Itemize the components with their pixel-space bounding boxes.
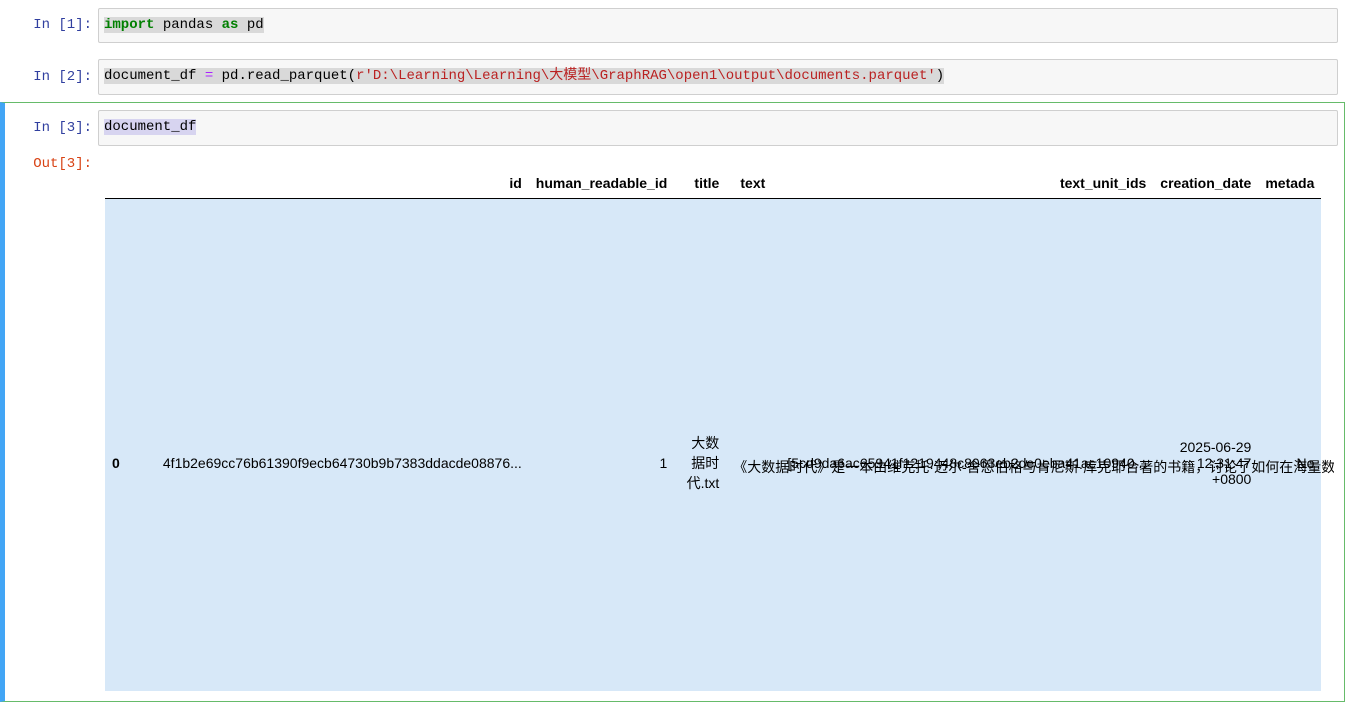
close-paren: ) (935, 68, 945, 84)
col-header-text: text (726, 160, 773, 199)
path-string: r'D:\Learning\Learning\大模型\GraphRAG\open… (356, 68, 936, 84)
cell-human-readable-id: 1 (659, 454, 668, 471)
cell-text: 《大数据时代》是一本由维克托·迈尔-舍恩伯格与肯尼斯·库克耶合著的书籍，讨论了如… (726, 198, 1334, 691)
dataframe-table: id human_readable_id title text text_uni… (105, 160, 1334, 691)
cell-text-content: 《大数据时代》是一本由维克托·迈尔-舍恩伯格与肯尼斯·库克耶合著的书籍，讨论了如… (733, 458, 1334, 475)
cell-1-prompt: In [1]: (33, 17, 92, 33)
assign-target: document_df (104, 68, 205, 84)
cell-creation-date: 2025-06-29 12:31:47 +0800 (1153, 198, 1258, 691)
col-header-creation-date: creation_date (1153, 160, 1259, 199)
row-index: 0 (112, 454, 120, 471)
index-header (105, 160, 127, 199)
output-prompt: Out[3]: (33, 156, 92, 172)
col-header-metadata: metada (1258, 160, 1322, 199)
col-header-text-unit-ids: text_unit_ids (772, 160, 1154, 199)
cell-1-input[interactable]: import pandas as pd (98, 8, 1338, 43)
cell-title: 大数据时代.txt (674, 198, 726, 691)
cell-id: 4f1b2e69cc76b61390f9ecb64730b9b7383ddacd… (162, 454, 522, 471)
import-keyword: import (104, 17, 155, 33)
cell-metadata: No (1296, 454, 1315, 471)
cell-2-prompt: In [2]: (33, 69, 92, 85)
col-header-title: title (674, 160, 727, 199)
table-header-row: id human_readable_id title text text_uni… (105, 160, 1322, 199)
table-row: 0 4f1b2e69cc76b61390f9ecb64730b9b7383dda… (105, 198, 1334, 691)
cell-3-code: document_df (104, 119, 197, 135)
as-keyword: as (221, 17, 239, 33)
col-header-human-readable-id: human_readable_id (528, 160, 675, 199)
cell-2-input[interactable]: document_df = pd.read_parquet(r'D:\Learn… (98, 59, 1338, 95)
col-header-id: id (126, 160, 529, 199)
assign-operator: = (204, 68, 214, 84)
cell-3-prompt: In [3]: (33, 120, 92, 136)
alias-name: pd (238, 17, 264, 33)
dataframe-output[interactable]: id human_readable_id title text text_uni… (105, 160, 1334, 691)
cell-title-text: 大数据时代.txt (686, 434, 720, 491)
cell-text-unit-ids: [5cd9da6ac65941f1219448c8063eb2de0eba41a… (787, 454, 1147, 471)
module-name: pandas (154, 17, 222, 33)
function-call: pd.read_parquet( (213, 68, 357, 84)
cell-3-input[interactable]: document_df (98, 110, 1338, 146)
